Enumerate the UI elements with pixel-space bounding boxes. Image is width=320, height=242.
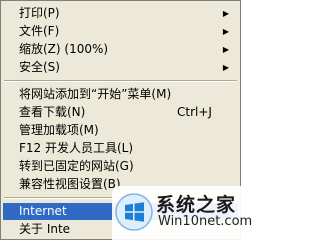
menu-item-manage-addons[interactable]: 管理加载项(M) [3,122,238,139]
submenu-arrow-icon: ▶ [222,63,229,72]
submenu-arrow-icon: ▶ [222,45,229,54]
menu-item-pinned-sites[interactable]: 转到已固定的网站(G) [3,158,238,175]
menu-item-label: 查看下载(N) [19,105,86,119]
menu-item-label: 管理加载项(M) [19,123,99,137]
menu-item-label: Internet [19,204,67,218]
windows-logo-icon [115,193,153,231]
submenu-arrow-icon: ▶ [222,27,229,36]
menu-item-label: 关于 Inte [19,222,71,236]
watermark-title: 系统之家 [156,194,237,216]
menu-item-label: 安全(S) [19,60,60,74]
menu-item-shortcut: Ctrl+J [177,105,212,119]
menu-item-file[interactable]: 文件(F) ▶ [3,23,238,40]
menu-item-label: 兼容性视图设置(B) [19,177,121,191]
watermark: 系统之家 Win10net.com [112,186,252,240]
menu-item-view-downloads[interactable]: 查看下载(N) Ctrl+J [3,104,238,121]
menu-separator [4,80,237,82]
menu-item-label: 转到已固定的网站(G) [19,159,134,173]
menu-item-add-to-start[interactable]: 将网站添加到“开始”菜单(M) [3,86,238,103]
menu-item-print[interactable]: 打印(P) ▶ [3,5,238,22]
menu-item-label: F12 开发人员工具(L) [19,141,134,155]
submenu-arrow-icon: ▶ [222,9,229,18]
menu-item-label: 打印(P) [19,6,60,20]
menu-item-safety[interactable]: 安全(S) ▶ [3,59,238,76]
menu-item-label: 缩放(Z) (100%) [19,42,109,56]
menu-item-label: 文件(F) [19,24,60,38]
menu-item-f12-devtools[interactable]: F12 开发人员工具(L) [3,140,238,157]
watermark-url: Win10net.com [158,214,253,229]
menu-item-zoom[interactable]: 缩放(Z) (100%) ▶ [3,41,238,58]
menu-item-label: 将网站添加到“开始”菜单(M) [19,87,172,101]
